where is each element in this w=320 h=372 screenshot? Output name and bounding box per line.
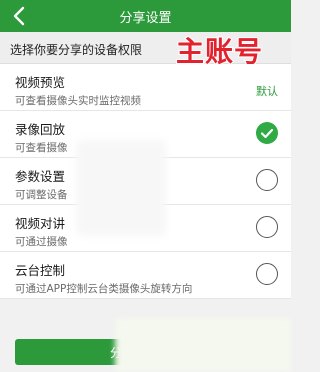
unchecked-radio-icon[interactable] xyxy=(256,263,278,285)
privacy-blur-overlay-bottom xyxy=(115,318,291,372)
unchecked-radio-icon[interactable] xyxy=(256,169,278,191)
section-prompt: 选择你要分享的设备权限 xyxy=(10,43,143,57)
page-title: 分享设置 xyxy=(119,11,172,26)
privacy-blur-overlay xyxy=(76,140,166,236)
permission-title: 参数设置 xyxy=(15,169,66,184)
permission-title: 云台控制 xyxy=(15,263,66,278)
permission-row-ptz[interactable]: 云台控制 可通过APP控制云台类摄像头旋转方向 xyxy=(0,252,291,299)
unchecked-radio-icon[interactable] xyxy=(256,216,278,238)
permission-desc: 可通过摄像 xyxy=(15,236,68,248)
permission-desc: 可查看摄像 xyxy=(15,142,68,154)
permission-desc: 可通过APP控制云台类摄像头旋转方向 xyxy=(15,283,193,295)
permission-title: 视频预览 xyxy=(15,75,66,90)
permission-desc: 可调整设备 xyxy=(15,189,68,201)
top-bar: 分享设置 xyxy=(0,0,291,32)
permission-desc: 可查看摄像头实时监控视频 xyxy=(15,95,141,107)
permission-title: 视频对讲 xyxy=(15,216,66,231)
default-label: 默认 xyxy=(256,85,278,98)
permission-row-video-preview: 视频预览 可查看摄像头实时监控视频 默认 xyxy=(0,64,291,111)
checked-radio-icon[interactable] xyxy=(256,122,278,144)
permission-title: 录像回放 xyxy=(15,122,66,137)
